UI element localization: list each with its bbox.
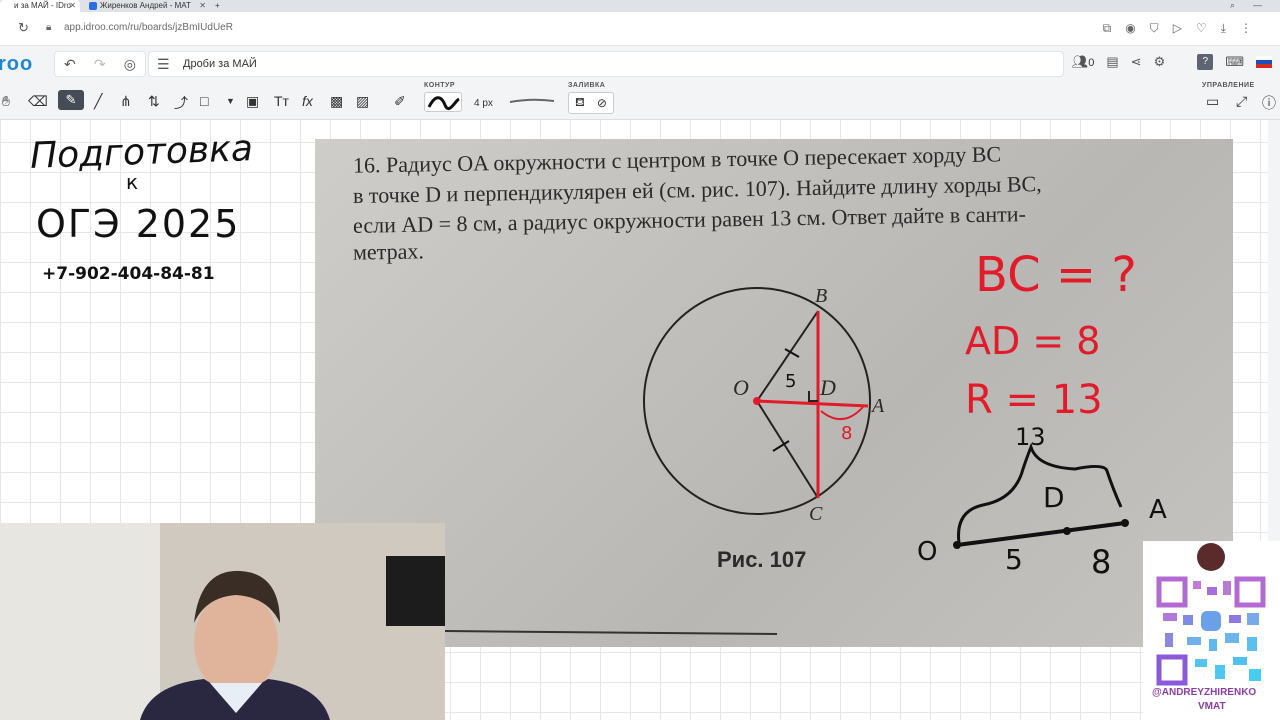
hamburger-menu-icon[interactable]: ☰ <box>157 56 170 73</box>
textbook-photo[interactable]: 16. Радиус OA окружности с центром в точ… <box>315 139 1233 647</box>
heading-handwriting-line3: ОГЭ 2025 <box>36 202 241 246</box>
url-field[interactable]: app.idroo.com/ru/boards/jzBmIUdUeR <box>64 22 233 33</box>
sketch-base-line <box>956 521 1126 547</box>
heart-icon[interactable]: ♡ <box>1196 21 1207 36</box>
settings-gear-icon[interactable]: ⚙ <box>1154 54 1166 70</box>
sketch-point-a <box>1121 519 1129 527</box>
download-icon[interactable]: ⤓ <box>1221 21 1226 36</box>
fill-controls: ⛾ ⊘ <box>568 92 614 114</box>
heading-handwriting-line1: Подготовка <box>29 128 254 177</box>
phone-handwriting: +7-902-404-84-81 <box>42 264 215 284</box>
line-tool-icon[interactable]: ╱ <box>94 93 102 110</box>
history-controls: ↶ ↷ ◎ <box>54 51 146 77</box>
info-icon[interactable]: ⓘ <box>1262 93 1276 113</box>
language-flag-icon[interactable] <box>1256 56 1272 68</box>
sketch-label-d: D <box>1043 481 1065 514</box>
idroo-logo[interactable]: roo <box>0 53 33 76</box>
users-count: 0 <box>1088 57 1095 69</box>
connector-tool-icon[interactable]: ⋔ <box>120 93 132 110</box>
play-icon[interactable]: ▷ <box>1173 21 1182 36</box>
share-icon[interactable]: ⋖ <box>1131 54 1142 70</box>
transform-tool-icon[interactable]: ⇅ <box>148 93 160 110</box>
reload-icon[interactable]: ↻ <box>18 20 29 36</box>
sketch-label-a: A <box>1149 495 1167 525</box>
close-icon[interactable]: ✕ <box>69 0 76 12</box>
chat-icon[interactable]: ▤ <box>1106 54 1118 70</box>
eraser-tool-icon[interactable]: ⌫ <box>28 93 48 110</box>
hand-tool-icon[interactable]: ✋︎ <box>2 93 10 110</box>
pen-tool-icon[interactable]: ✎ <box>58 90 84 110</box>
fill-section-label: ЗАЛИВКА <box>568 82 606 89</box>
browser-tab-strip: и за МАЙ - IDro ✕ Жиренков Андрей - МАТ … <box>0 0 1280 12</box>
stroke-style-button[interactable] <box>424 92 462 112</box>
stroke-preview-icon <box>427 96 460 111</box>
color-picker-icon[interactable]: ✐ <box>394 93 406 110</box>
sketch-label-o: O <box>917 537 938 567</box>
heading-handwriting-line2: к <box>126 170 139 194</box>
presenter-video-icon <box>0 523 445 720</box>
sketch-point-o <box>953 541 961 549</box>
tab-label: и за МАЙ - IDro <box>14 1 72 10</box>
undo-icon[interactable]: ↶ <box>64 56 76 73</box>
board-title[interactable]: Дроби за МАЙ <box>183 58 257 70</box>
chart-tool-icon[interactable]: ▩ <box>330 93 343 110</box>
image-tool-icon[interactable]: ▨ <box>356 93 369 110</box>
presenter-icon[interactable]: ▭ <box>1206 93 1219 110</box>
stroke-width-value[interactable]: 4 px <box>474 98 493 109</box>
sketch-point-d <box>1063 527 1071 535</box>
app-header: roo ↶ ↷ ◎ ☰ Дроби за МАЙ 👥︎0 ▤ ⋖ ⚙ ? ⌨ <box>0 46 1280 82</box>
target-icon[interactable]: ◎ <box>124 56 136 73</box>
curve-tool-icon[interactable]: ⤴ <box>174 93 188 113</box>
close-icon[interactable]: ✕ <box>199 0 206 12</box>
camera-icon[interactable]: ◉ <box>1125 21 1135 36</box>
new-tab-button[interactable]: + <box>212 0 226 12</box>
help-button[interactable]: ? <box>1197 54 1214 70</box>
browser-tab-board[interactable]: и за МАЙ - IDro ✕ <box>0 0 80 12</box>
contour-section-label: КОНТУР <box>424 82 456 89</box>
shield-icon[interactable]: ⛉ <box>1150 21 1159 36</box>
address-bar-icons: ⧉ ◉ ⛉ ▷ ♡ ⤓ ⋮ <box>1103 21 1252 36</box>
webcam-video <box>0 523 445 720</box>
paint-bucket-icon[interactable]: ⛾ <box>575 95 585 111</box>
shape-dropdown-icon[interactable]: ▼ <box>226 96 235 106</box>
sticky-note-icon[interactable]: ▣ <box>246 93 259 110</box>
rectangle-tool-icon[interactable]: □ <box>200 93 208 109</box>
search-tabs-icon[interactable]: ⌕ <box>1230 0 1235 12</box>
sketch-label-8: 8 <box>1091 543 1112 581</box>
open-external-icon[interactable]: ⧉ <box>1103 21 1112 36</box>
favicon-icon <box>89 2 97 10</box>
fullscreen-icon[interactable]: ⤢ <box>1236 93 1247 110</box>
text-tool-icon[interactable]: Tт <box>274 93 289 109</box>
window-controls: ⌕ — <box>1230 0 1262 12</box>
qr-code-icon <box>1156 543 1266 686</box>
tab-label: Жиренков Андрей - МАТ <box>100 1 191 10</box>
keyboard-icon[interactable]: ⌨ <box>1225 54 1244 70</box>
line-style-icon[interactable] <box>508 96 556 106</box>
drawing-toolbar: ✋︎ ⌫ ✎ ╱ ⋔ ⇅ ⤴ □ ▼ ▣ Tт fx ▩ ▨ ✐ КОНТУР … <box>0 82 1280 120</box>
sketch-label-5: 5 <box>1005 543 1023 576</box>
redo-icon[interactable]: ↷ <box>94 56 106 73</box>
minimize-icon[interactable]: — <box>1253 0 1262 12</box>
sketch-label-13: 13 <box>1015 423 1046 451</box>
lock-icon[interactable]: 🔒︎ <box>46 22 51 33</box>
qr-handle-text: @ANDREYZHIRENKO VMAT <box>1152 686 1256 714</box>
formula-tool-icon[interactable]: fx <box>302 93 313 109</box>
app-actions: 👥︎0 ▤ ⋖ ⚙ ? ⌨ <box>1072 54 1272 70</box>
browser-tab-profile[interactable]: Жиренков Андрей - МАТ ✕ <box>86 0 210 12</box>
qr-handle-line2: VMAT <box>1198 701 1226 712</box>
users-icon[interactable]: 👥︎0 <box>1072 54 1095 70</box>
board-title-bar[interactable]: ☰ Дроби за МАЙ <box>148 51 1064 77</box>
menu-dots-icon[interactable]: ⋮ <box>1240 21 1252 36</box>
no-fill-icon[interactable]: ⊘ <box>597 96 607 110</box>
manage-section-label: УПРАВЛЕНИЕ <box>1202 82 1255 89</box>
address-bar: ↻ 🔒︎ app.idroo.com/ru/boards/jzBmIUdUeR … <box>0 12 1280 46</box>
qr-handle-line1: @ANDREYZHIRENKO <box>1152 687 1257 698</box>
